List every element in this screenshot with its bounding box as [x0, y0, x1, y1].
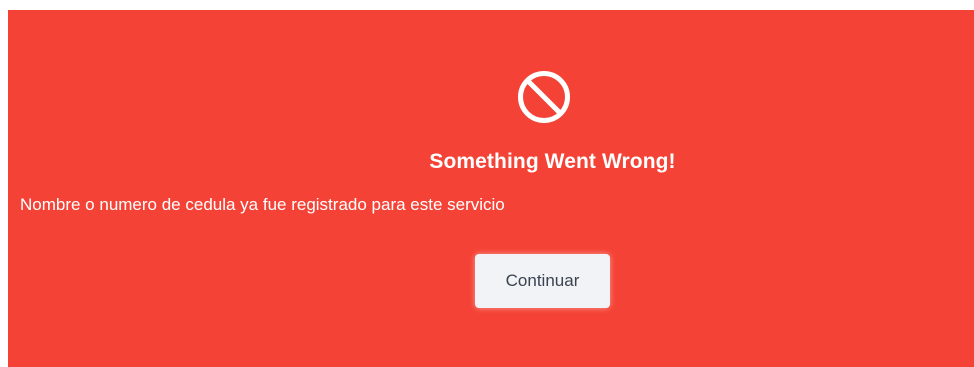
error-title: Something Went Wrong! — [429, 150, 676, 173]
prohibited-icon — [516, 69, 572, 125]
error-panel: Something Went Wrong! Nombre o numero de… — [8, 10, 974, 367]
screen: Something Went Wrong! Nombre o numero de… — [0, 0, 974, 367]
continue-button[interactable]: Continuar — [475, 254, 610, 308]
error-message: Nombre o numero de cedula ya fue registr… — [20, 195, 505, 214]
